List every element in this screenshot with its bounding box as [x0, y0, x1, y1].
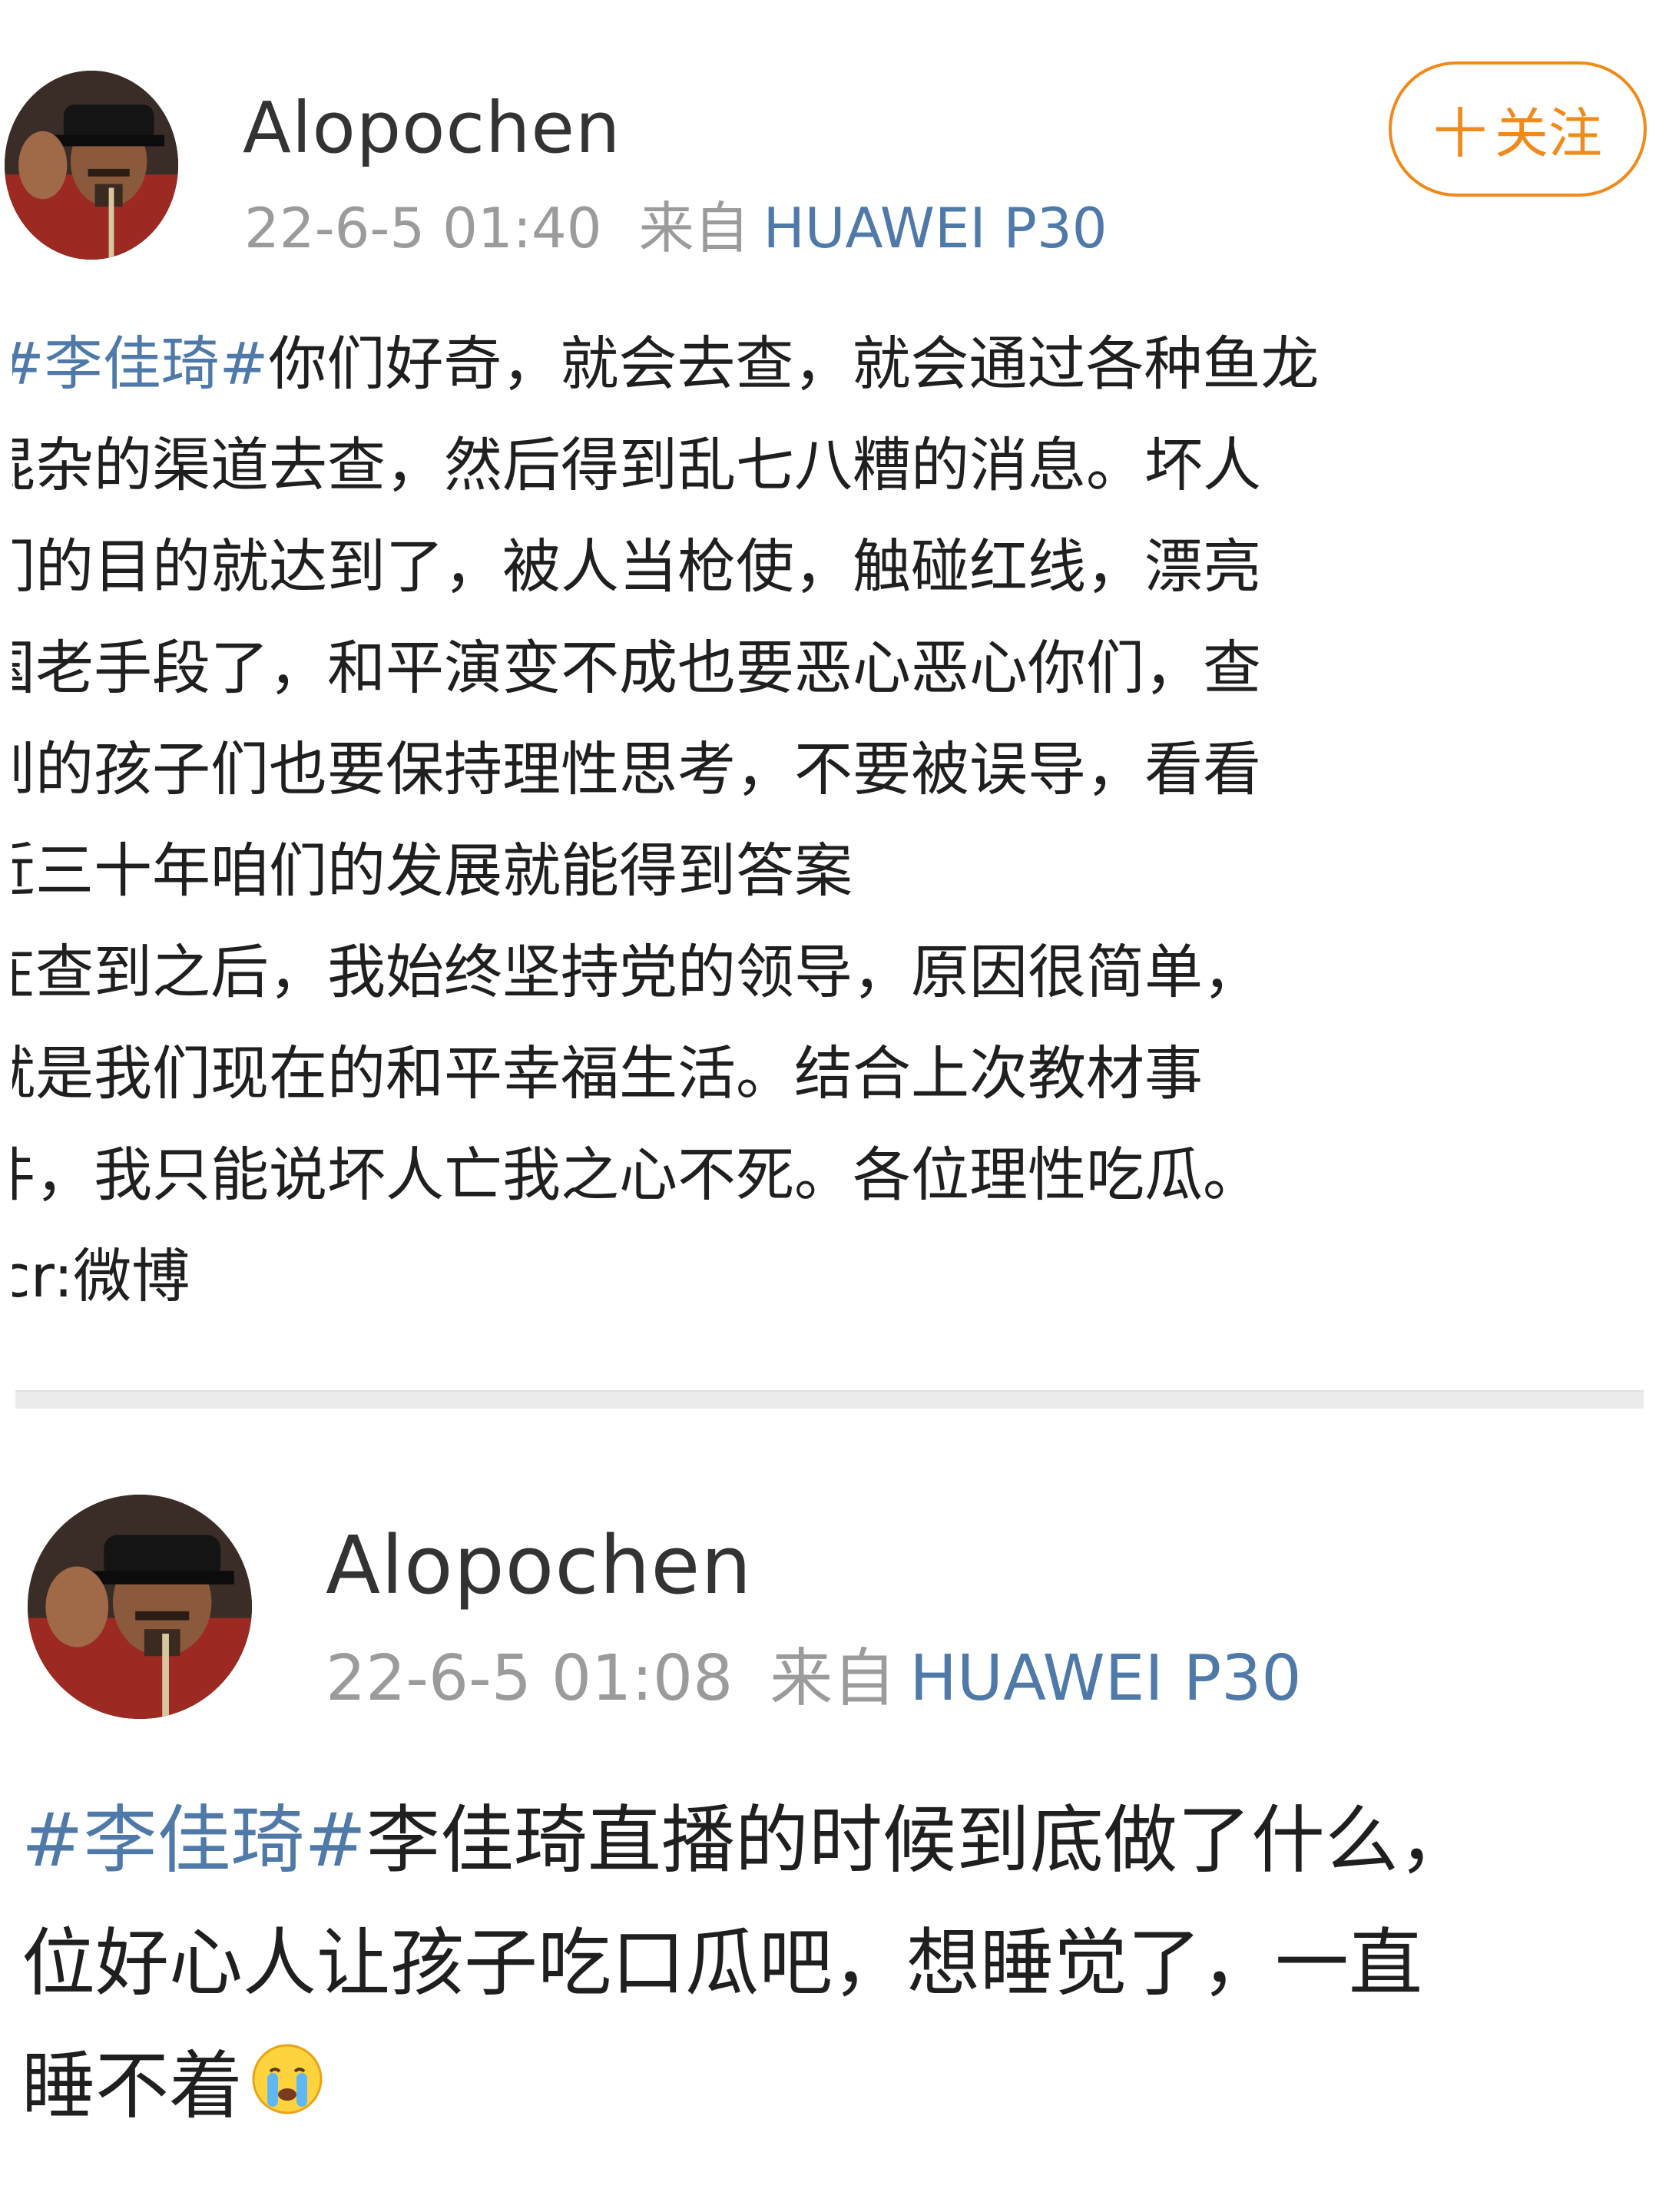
device-link[interactable]: HUAWEI P30: [763, 196, 1108, 260]
post-line: 近三十年咱们的发展就能得到答案: [12, 836, 853, 905]
post-line: #李佳琦#李佳琦直播的时候到底做了什么，: [22, 1797, 1472, 1883]
follow-button[interactable]: 十关注: [1389, 61, 1647, 197]
post-line: 位好心人让孩子吃口瓜吧，想睡觉了，一直: [22, 1920, 1422, 2006]
follow-label: 关注: [1495, 101, 1602, 165]
post-line: #李佳琦#你们好奇，就会去查，就会通过各种鱼龙: [12, 313, 1648, 415]
post-card-2: Alopochen 22-6-5 01:08 来自 HUAWEI P30 #李佳琦#…: [0, 1413, 1659, 2212]
timestamp: 22-6-5 01:08: [326, 1642, 733, 1715]
post-meta: 22-6-5 01:40 来自 HUAWEI P30: [244, 194, 1108, 263]
post-line: 混杂的渠道去查，然后得到乱七八糟的消息。坏人: [12, 431, 1261, 499]
source-label: 来自: [638, 196, 750, 260]
post-line: 到的孩子们也要保持理性思考，不要被误导，看看: [12, 735, 1261, 803]
hashtag-link[interactable]: #李佳琦#: [22, 1797, 366, 1883]
post-line: 们的目的就达到了，被人当枪使，触碰红线，漂亮: [12, 532, 1261, 601]
post-meta: 22-6-5 01:08 来自 HUAWEI P30: [326, 1641, 1301, 1717]
source-label: 来自: [770, 1642, 896, 1715]
hashtag-link[interactable]: #李佳琦#: [12, 329, 268, 398]
post-line: 在查到之后，我始终坚持党的领导，原因很简单，: [12, 938, 1261, 1006]
post-line: 件，我只能说坏人亡我之心不死。各位理性吃瓜。: [12, 1141, 1261, 1209]
post-card-1: Alopochen 22-6-5 01:40 来自 HUAWEI P30 十关注 #…: [0, 0, 1659, 1382]
post-line: 国老手段了，和平演变不成也要恶心恶心你们，查: [12, 634, 1261, 702]
plus-icon: 十: [1433, 101, 1487, 165]
post-line: 睡不着: [22, 2025, 1642, 2154]
timestamp: 22-6-5 01:40: [244, 196, 602, 260]
post-line: cr:微博: [12, 1242, 190, 1310]
post-divider: [15, 1390, 1644, 1409]
post-body: #李佳琦#你们好奇，就会去查，就会通过各种鱼龙 混杂的渠道去查，然后得到乱七八糟…: [12, 313, 1648, 1327]
username[interactable]: Alopochen: [243, 86, 621, 171]
crying-face-icon: [249, 2031, 326, 2154]
post-line: 就是我们现在的和平幸福生活。结合上次教材事: [12, 1039, 1203, 1108]
device-link[interactable]: HUAWEI P30: [909, 1642, 1301, 1715]
username[interactable]: Alopochen: [326, 1518, 752, 1613]
avatar[interactable]: [5, 71, 178, 260]
avatar[interactable]: [28, 1495, 252, 1719]
post-body: #李佳琦#李佳琦直播的时候到底做了什么， 位好心人让孩子吃口瓜吧，想睡觉了，一直…: [22, 1779, 1642, 2154]
